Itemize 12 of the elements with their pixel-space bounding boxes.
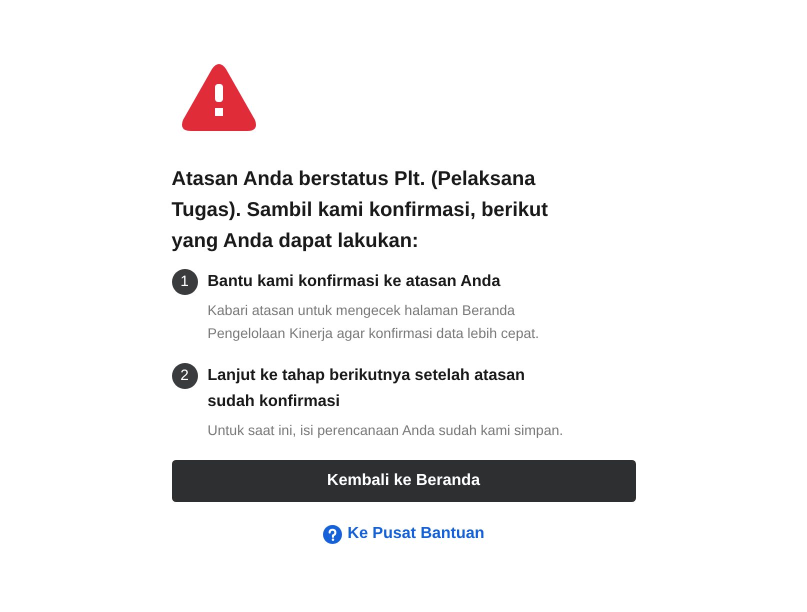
back-home-button[interactable]: Kembali ke Beranda [172,460,636,502]
step-title: Bantu kami konfirmasi ke atasan Anda [208,272,502,292]
step-number: 1 [172,269,198,295]
help-link-text: Ke Pusat Bantuan [348,524,484,544]
step-description: Untuk saat ini, isi perencanaan Anda sudah kami simpan. [208,421,564,440]
step-number: 2 [172,363,198,389]
warning-icon [180,64,256,132]
heading: Atasan Anda berstatus Plt. (Pelaksana Tugas). Sambil kami konfirmasi, berikut yang Anda dapat lakukan: [172,167,549,254]
help-icon [322,524,342,544]
step-description: Kabari atasan untuk mengecek halaman Beranda Pengelolaan Kinerja agar konfirmasi data lebih cepat. [208,301,540,343]
help-center-link[interactable]: Ke Pusat Bantuan [322,522,484,546]
step-title: Lanjut ke tahap berikutnya setelah atasan sudah konfirmasi [208,366,526,412]
